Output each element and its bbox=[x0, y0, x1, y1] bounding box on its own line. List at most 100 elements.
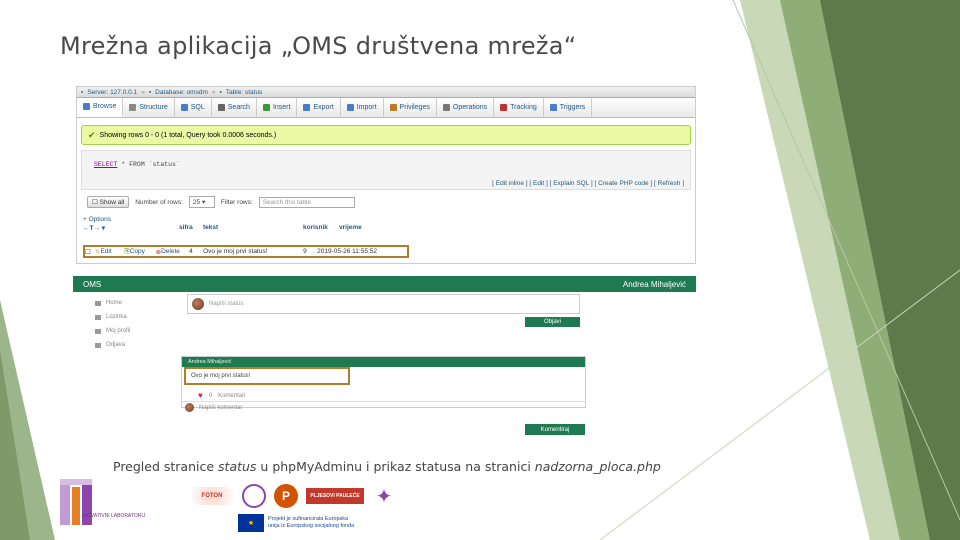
tab-search[interactable]: Search bbox=[212, 98, 257, 117]
user-name[interactable]: Andrea Mihaljević bbox=[623, 280, 686, 289]
post-author: Andrea Mihaljević bbox=[182, 357, 585, 367]
heart-icon[interactable]: ♥ bbox=[198, 391, 203, 400]
tab-structure[interactable]: Structure bbox=[123, 98, 175, 117]
structure-icon bbox=[129, 104, 137, 111]
right-thin-line-1 bbox=[732, 0, 960, 521]
sidebar-label: Lozinka bbox=[106, 314, 127, 320]
triggers-icon bbox=[549, 104, 557, 111]
success-text: Showing rows 0 - 0 (1 total, Query took … bbox=[99, 131, 277, 139]
tab-import[interactable]: Import bbox=[341, 98, 384, 117]
tab-tracking[interactable]: Tracking bbox=[494, 98, 544, 117]
tab-sql[interactable]: SQL bbox=[175, 98, 212, 117]
tab-export[interactable]: Export bbox=[297, 98, 341, 117]
show-all-button[interactable]: ☐ Show all bbox=[87, 196, 130, 208]
rows-value: 25 bbox=[192, 199, 201, 206]
eu-text-line: Projekt je sufinancirala Europska bbox=[268, 516, 349, 522]
breadcrumb-table[interactable]: Table: status bbox=[226, 89, 263, 96]
post-actions: ♥ 0 Komentari bbox=[198, 391, 245, 400]
status-input[interactable]: Napiši status bbox=[187, 294, 580, 314]
result-header-row: ←T→ ▾ sifra tekst korisnik vrijeme bbox=[83, 224, 695, 232]
slide-title: Mrežna aplikacija „OMS društvena mreža“ bbox=[60, 32, 577, 60]
tab-label: Structure bbox=[139, 104, 168, 111]
row-checkbox[interactable]: ☐ bbox=[85, 248, 95, 256]
tab-label: Export bbox=[313, 104, 334, 111]
breadcrumb: ▪ Server: 127.0.0.1 » ▪ Database: omsdm … bbox=[77, 87, 695, 98]
avatar bbox=[192, 298, 204, 310]
tab-triggers[interactable]: Triggers bbox=[544, 98, 593, 117]
column-header-vrijeme[interactable]: vrijeme bbox=[339, 224, 399, 232]
sql-rest: * FROM `status` bbox=[121, 161, 180, 168]
lab-logo-text: INOVATIVNI LABORATORIJ bbox=[82, 513, 146, 519]
sql-action-links[interactable]: [ Edit inline ] [ Edit ] [ Explain SQL ]… bbox=[492, 180, 684, 187]
user-icon bbox=[95, 328, 101, 334]
privileges-icon bbox=[389, 104, 397, 111]
breadcrumb-separator: » bbox=[211, 88, 216, 96]
caption-italic: status bbox=[218, 459, 257, 474]
lock-icon bbox=[95, 314, 101, 320]
delete-link[interactable]: Delete bbox=[161, 248, 189, 255]
sql-keyword[interactable]: SELECT bbox=[94, 161, 117, 168]
cell-vrijeme: 2019-05-26 11:55:52 bbox=[317, 248, 377, 255]
filter-input[interactable]: Search this table bbox=[258, 196, 355, 208]
left-green-triangle bbox=[0, 300, 55, 540]
header-spacer: ←T→ ▾ bbox=[83, 225, 106, 232]
app-name[interactable]: OMS bbox=[83, 280, 101, 289]
left-dark-triangle bbox=[0, 350, 30, 540]
options-link[interactable]: + Options bbox=[77, 208, 695, 223]
eu-flag-icon: ★ bbox=[238, 514, 264, 532]
post-status-button[interactable]: Objavi bbox=[525, 317, 580, 327]
tab-label: Tracking bbox=[510, 104, 537, 111]
navigation-row: ☐ Show all Number of rows: 25 ▾ Filter r… bbox=[77, 190, 695, 208]
column-header-korisnik[interactable]: korisnik bbox=[303, 224, 339, 232]
column-header-sifra[interactable]: sifra bbox=[179, 224, 203, 232]
sidebar-item-logout[interactable]: Odjava bbox=[95, 338, 185, 352]
sidebar-label: Odjava bbox=[106, 342, 126, 348]
tab-label: Insert bbox=[272, 104, 291, 111]
avatar bbox=[185, 403, 194, 412]
sidebar-item-home[interactable]: Home bbox=[95, 296, 185, 310]
partner-seal-logo bbox=[242, 484, 266, 508]
innovative-lab-logo bbox=[60, 479, 92, 525]
comment-input[interactable]: Napiši komentar bbox=[182, 401, 586, 413]
sidebar-item-profile[interactable]: Moj profil bbox=[95, 324, 185, 338]
tab-insert[interactable]: Insert bbox=[257, 98, 298, 117]
cell-tekst: Ovo je moj prvi status! bbox=[203, 248, 268, 255]
eu-text: Projekt je sufinancirala Europska unija … bbox=[268, 516, 354, 530]
sidebar-label: Moj profil bbox=[106, 328, 131, 334]
column-header-tekst[interactable]: tekst bbox=[203, 224, 303, 232]
comment-placeholder: Napiši komentar bbox=[199, 404, 243, 411]
cell-sifra: 4 bbox=[189, 248, 193, 255]
tab-label: Operations bbox=[452, 104, 488, 111]
right-green-shape bbox=[740, 0, 960, 540]
edit-link[interactable]: Edit bbox=[100, 248, 124, 255]
caption-italic: nadzorna_ploca.php bbox=[534, 459, 661, 474]
cell-korisnik: 9 bbox=[303, 248, 307, 255]
tab-privileges[interactable]: Privileges bbox=[384, 98, 437, 117]
comments-link[interactable]: Komentari bbox=[218, 393, 245, 399]
import-icon bbox=[346, 104, 354, 111]
rows-select[interactable]: 25 ▾ bbox=[188, 196, 215, 208]
check-icon: ✔ bbox=[88, 129, 96, 140]
breadcrumb-server[interactable]: Server: 127.0.0.1 bbox=[87, 89, 137, 96]
foton-logo: FOTON bbox=[190, 487, 234, 505]
server-icon: ▪ bbox=[81, 88, 84, 96]
checkbox-icon: ☐ bbox=[92, 199, 98, 206]
slide-caption: Pregled stranice status u phpMyAdminu i … bbox=[113, 459, 661, 474]
tab-label: SQL bbox=[190, 104, 205, 111]
tab-label: Triggers bbox=[559, 104, 586, 111]
database-icon: ▪ bbox=[148, 88, 152, 96]
table-row: ☐ ✎ Edit ⎘ Copy ⊗ Delete 4 Ovo je moj pr… bbox=[83, 245, 409, 258]
comment-button[interactable]: Komentiraj bbox=[525, 424, 585, 435]
partner-p-logo: P bbox=[274, 484, 298, 508]
table-icon: ▪ bbox=[219, 88, 222, 96]
tab-operations[interactable]: Operations bbox=[437, 98, 495, 117]
sidebar-item-lozinka[interactable]: Lozinka bbox=[95, 310, 185, 324]
oms-sidebar: Home Lozinka Moj profil Odjava bbox=[95, 296, 185, 352]
show-all-label: Show all bbox=[99, 199, 125, 206]
breadcrumb-database[interactable]: Database: omsdm bbox=[155, 89, 208, 96]
breadcrumb-separator: » bbox=[141, 88, 145, 96]
post-text: Ovo je moj prvi status! bbox=[184, 367, 350, 385]
status-post-card: Andrea Mihaljević Ovo je moj prvi status… bbox=[181, 356, 586, 412]
tab-browse[interactable]: Browse bbox=[77, 98, 124, 117]
copy-link[interactable]: Copy bbox=[130, 248, 156, 255]
